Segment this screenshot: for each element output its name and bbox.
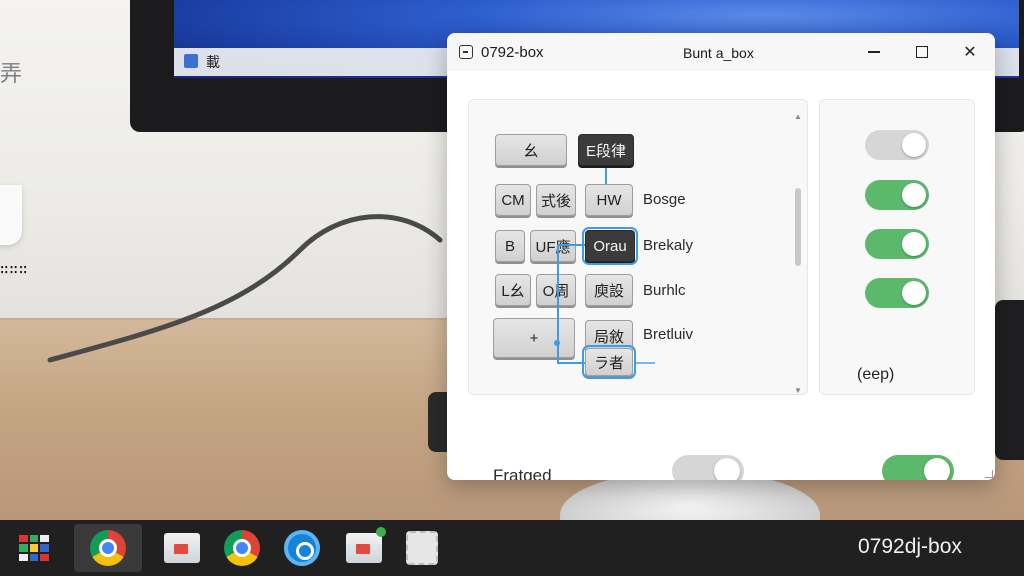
scrollbar-thumb[interactable] [795, 188, 801, 266]
key-button[interactable]: B [495, 230, 525, 262]
key-button[interactable]: 庾設 [585, 274, 633, 306]
key-button[interactable]: UF應 [530, 230, 576, 262]
toggle-knob [714, 458, 740, 480]
scroll-up-icon[interactable]: ▲ [794, 112, 802, 121]
toggle-knob [902, 183, 926, 207]
footer-label: Fratged [493, 466, 552, 480]
file-explorer-icon [164, 533, 200, 563]
key-button[interactable]: E段律 [578, 134, 634, 166]
start-icon [19, 535, 49, 561]
connector-node [554, 340, 560, 346]
key-button-selected[interactable]: Orau [582, 227, 638, 265]
key-button[interactable]: HW [585, 184, 633, 216]
taskbar-file-explorer[interactable] [148, 524, 216, 572]
cable [47, 214, 443, 363]
key-button[interactable]: + [493, 318, 575, 358]
connector-line [635, 362, 655, 364]
window-subtitle: Bunt a_box [683, 45, 754, 61]
maximize-button[interactable] [907, 39, 937, 65]
key-button[interactable]: CM [495, 184, 531, 216]
update-icon [284, 530, 320, 566]
key-panel: 幺 E段律 CM 式後 HW Bosge B UF應 Orau Brekaly … [468, 99, 808, 395]
close-button[interactable]: ✕ [955, 39, 985, 65]
connector-line [557, 244, 585, 246]
connector-line [557, 362, 585, 364]
taskbar-update[interactable] [268, 524, 336, 572]
window-content: 幺 E段律 CM 式後 HW Bosge B UF應 Orau Brekaly … [447, 71, 995, 480]
resize-grip[interactable] [985, 470, 993, 478]
taskbar-chrome[interactable] [74, 524, 142, 572]
app-window: 0792-box Bunt a_box ✕ 幺 E段律 CM 式後 HW Bos… [447, 33, 995, 480]
toggle-switch[interactable] [865, 229, 929, 259]
toggle-switch[interactable] [865, 180, 929, 210]
row-label: Bretluiv [643, 326, 694, 343]
taskbar-right-text: 0792dj-box [858, 535, 962, 558]
toggle-switch[interactable] [865, 278, 929, 308]
start-button[interactable] [0, 524, 68, 572]
title-bar[interactable]: 0792-box Bunt a_box ✕ [447, 33, 995, 71]
key-button[interactable]: 幺 [495, 134, 567, 166]
toggle-knob [902, 232, 926, 256]
scroll-down-icon[interactable]: ▼ [794, 386, 802, 395]
scrollbar[interactable]: ▲ ▼ [794, 112, 802, 395]
taskbar-app[interactable] [388, 524, 456, 572]
chrome-icon [90, 530, 126, 566]
connector-line [605, 168, 607, 184]
row-label: Bosge [643, 191, 686, 208]
row-label: Brekaly [643, 237, 694, 254]
background-monitor-text: 載 [206, 54, 220, 70]
key-button-selected[interactable]: ラ者 [582, 345, 636, 379]
key-button[interactable]: O周 [536, 274, 576, 306]
toggle-knob [902, 133, 926, 157]
taskbar-chrome-2[interactable] [208, 524, 276, 572]
close-icon: ✕ [963, 44, 977, 61]
chrome-icon [224, 530, 260, 566]
app-icon [406, 531, 438, 565]
background-cup [0, 185, 22, 245]
app-icon [459, 45, 473, 59]
file-explorer-icon [346, 527, 386, 563]
maximize-icon [916, 46, 928, 58]
background-left-glyph: 弄 [0, 61, 23, 86]
key-button[interactable]: 式後 [536, 184, 576, 216]
toggle-panel [819, 99, 975, 395]
toggle-knob [902, 281, 926, 305]
footer-toggle-off[interactable] [672, 455, 744, 480]
toggle-knob [924, 458, 950, 480]
background-left-dots: ∷∷∷ [0, 262, 29, 278]
toggle-switch[interactable] [865, 130, 929, 160]
connector-line [557, 244, 559, 364]
window-title: 0792-box [481, 44, 544, 61]
minimize-button[interactable] [859, 39, 889, 65]
panel-status-text: (eep) [857, 366, 895, 383]
notification-badge [376, 527, 386, 537]
footer-toggle-on[interactable] [882, 455, 954, 480]
row-label: Burhlc [643, 282, 686, 299]
key-button[interactable]: L幺 [495, 274, 531, 306]
background-windows-icon [184, 54, 198, 68]
background-speaker [995, 300, 1024, 460]
minimize-icon [868, 51, 880, 53]
